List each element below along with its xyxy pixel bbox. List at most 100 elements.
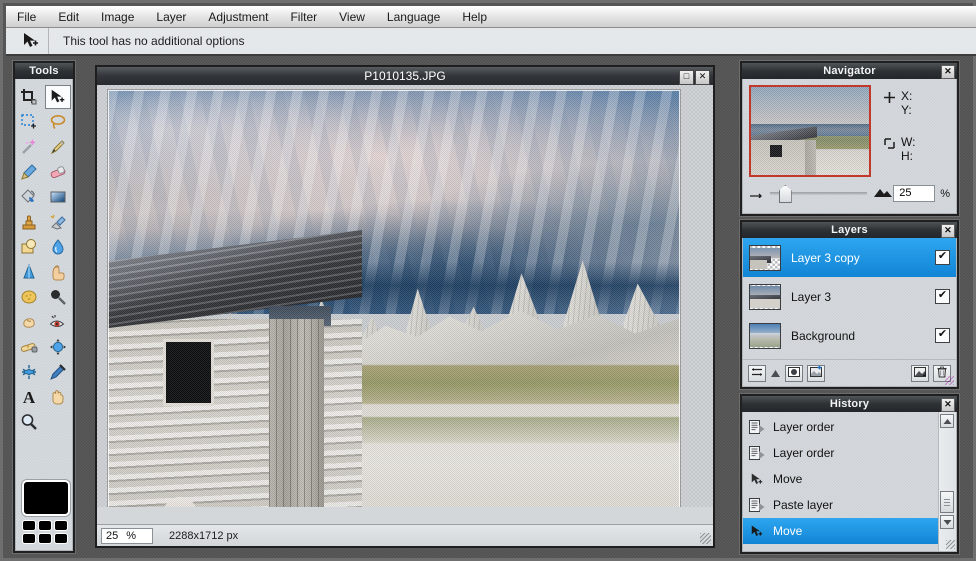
small-mountain-icon[interactable] bbox=[749, 187, 764, 201]
layer-row[interactable]: Background ✔ bbox=[743, 316, 956, 355]
dodge-tool-button[interactable] bbox=[45, 285, 71, 309]
history-titlebar[interactable]: History ✕ bbox=[742, 396, 957, 412]
bloat-tool-button[interactable] bbox=[45, 335, 71, 359]
move-tool-button[interactable] bbox=[45, 85, 71, 109]
layer-thumbnail[interactable] bbox=[749, 283, 781, 310]
tool-grid: A bbox=[16, 83, 72, 434]
document-titlebar[interactable]: P1010135.JPG □ ✕ bbox=[97, 67, 713, 85]
marquee-select-tool-button[interactable] bbox=[16, 110, 42, 134]
crop-tool-button[interactable] bbox=[16, 85, 42, 109]
window-resize-handle[interactable] bbox=[700, 533, 711, 544]
zoom-tool-button[interactable] bbox=[16, 410, 42, 434]
history-item[interactable]: Move bbox=[743, 466, 938, 492]
layer-visibility-checkbox[interactable]: ✔ bbox=[935, 328, 950, 343]
eyedropper-tool-button[interactable] bbox=[45, 360, 71, 384]
red-eye-tool-button[interactable] bbox=[45, 310, 71, 334]
gradient-tool-button[interactable] bbox=[45, 185, 71, 209]
pencil-tool-button[interactable] bbox=[45, 135, 71, 159]
menu-item-adjustment[interactable]: Adjustment bbox=[197, 7, 279, 27]
layers-resize-handle[interactable] bbox=[945, 376, 954, 385]
burn-tool-button[interactable] bbox=[16, 310, 42, 334]
blur-tool-button[interactable] bbox=[45, 235, 71, 259]
layer-row[interactable]: Layer 3 ✔ bbox=[743, 277, 956, 316]
hand-icon bbox=[49, 388, 67, 406]
move-layer-up-button[interactable] bbox=[770, 365, 781, 382]
large-mountain-icon[interactable] bbox=[873, 186, 893, 201]
sharpen-tool-button[interactable] bbox=[16, 260, 42, 284]
magic-wand-tool-button[interactable] bbox=[16, 135, 42, 159]
stamp-icon bbox=[20, 213, 38, 231]
log-cabin bbox=[108, 229, 451, 507]
hand-tool-button[interactable] bbox=[45, 385, 71, 409]
pinch-tool-button[interactable] bbox=[16, 360, 42, 384]
eraser-tool-button[interactable] bbox=[45, 160, 71, 184]
merge-down-icon bbox=[914, 366, 927, 381]
palette-swatch[interactable] bbox=[38, 533, 52, 544]
layer-visibility-checkbox[interactable]: ✔ bbox=[935, 250, 950, 265]
spot-heal-tool-button[interactable] bbox=[16, 335, 42, 359]
layer-mask-button[interactable] bbox=[785, 364, 803, 382]
lasso-select-tool-button[interactable] bbox=[45, 110, 71, 134]
menu-item-edit[interactable]: Edit bbox=[47, 7, 90, 27]
clone-stamp-tool-button[interactable] bbox=[16, 210, 42, 234]
history-scrollbar[interactable] bbox=[938, 412, 956, 551]
menu-item-file[interactable]: File bbox=[6, 7, 47, 27]
layer-label: Layer 3 bbox=[791, 289, 832, 304]
navigator-close-button[interactable]: ✕ bbox=[941, 65, 955, 79]
sponge-tool-button[interactable] bbox=[16, 285, 42, 309]
smudge-tool-button[interactable] bbox=[45, 260, 71, 284]
navigator-body: X: Y: W: H: 25 % bbox=[742, 79, 957, 214]
navigator-zoom-input[interactable]: 25 bbox=[893, 185, 936, 202]
x-label: X: bbox=[901, 89, 913, 103]
palette-swatch[interactable] bbox=[54, 520, 68, 531]
new-layer-button[interactable] bbox=[807, 364, 825, 382]
layers-close-button[interactable]: ✕ bbox=[941, 224, 955, 238]
navigator-thumbnail[interactable] bbox=[749, 85, 871, 177]
paint-bucket-tool-button[interactable] bbox=[16, 185, 42, 209]
palette-swatch[interactable] bbox=[54, 533, 68, 544]
scroll-up-button[interactable] bbox=[940, 414, 954, 428]
restore-button[interactable]: □ bbox=[679, 70, 694, 85]
zoom-slider[interactable] bbox=[770, 185, 868, 203]
scroll-down-button[interactable] bbox=[940, 515, 954, 529]
menu-item-view[interactable]: View bbox=[328, 7, 376, 27]
tools-panel-titlebar[interactable]: Tools bbox=[15, 63, 73, 79]
color-replace-tool-button[interactable] bbox=[45, 210, 71, 234]
color-replace-icon bbox=[49, 213, 67, 231]
brush-tool-button[interactable] bbox=[16, 160, 42, 184]
history-resize-handle[interactable] bbox=[946, 540, 955, 549]
history-item[interactable]: Paste layer bbox=[743, 492, 938, 518]
layer-thumbnail[interactable] bbox=[749, 244, 781, 271]
layer-visibility-checkbox[interactable]: ✔ bbox=[935, 289, 950, 304]
tools-panel: Tools A bbox=[13, 61, 75, 553]
sliders-icon bbox=[751, 366, 763, 381]
menu-item-language[interactable]: Language bbox=[376, 7, 451, 27]
type-tool-button[interactable]: A bbox=[16, 385, 42, 409]
layer-row[interactable]: Layer 3 copy ✔ bbox=[743, 238, 956, 277]
menu-item-help[interactable]: Help bbox=[451, 7, 498, 27]
canvas-area[interactable] bbox=[97, 85, 713, 507]
palette-swatch[interactable] bbox=[22, 520, 36, 531]
menu-item-filter[interactable]: Filter bbox=[279, 7, 328, 27]
history-item[interactable]: Layer order bbox=[743, 440, 938, 466]
merge-layer-down-button[interactable] bbox=[911, 364, 929, 382]
history-close-button[interactable]: ✕ bbox=[941, 398, 955, 412]
layer-thumbnail[interactable] bbox=[749, 322, 781, 349]
zoom-level-value: 25 bbox=[106, 529, 119, 542]
navigator-titlebar[interactable]: Navigator ✕ bbox=[742, 63, 957, 79]
menu-item-image[interactable]: Image bbox=[90, 7, 145, 27]
history-item[interactable]: Move bbox=[743, 518, 938, 544]
layers-titlebar[interactable]: Layers ✕ bbox=[742, 222, 957, 238]
history-item[interactable]: Layer order bbox=[743, 414, 938, 440]
zoom-level-input[interactable]: 25 % bbox=[101, 527, 153, 544]
palette-swatch[interactable] bbox=[22, 533, 36, 544]
menu-item-layer[interactable]: Layer bbox=[145, 7, 197, 27]
close-button[interactable]: ✕ bbox=[695, 70, 710, 85]
layer-settings-button[interactable] bbox=[748, 364, 766, 382]
primary-color-swatch[interactable] bbox=[22, 480, 70, 516]
scrollbar-thumb[interactable] bbox=[940, 491, 954, 513]
image-canvas[interactable] bbox=[108, 90, 680, 507]
palette-swatch[interactable] bbox=[38, 520, 52, 531]
zoom-slider-thumb[interactable] bbox=[778, 185, 792, 203]
drawing-tool-button[interactable] bbox=[16, 235, 42, 259]
